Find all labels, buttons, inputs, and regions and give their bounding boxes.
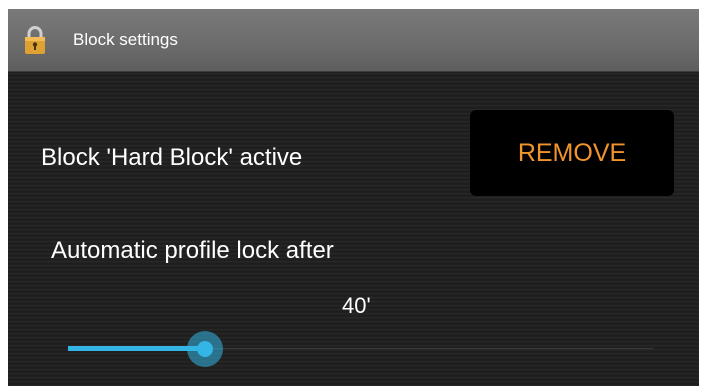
title-bar: Block settings [8, 9, 699, 72]
slider-fill [68, 346, 205, 351]
slider-thumb[interactable] [197, 341, 213, 357]
auto-lock-value: 40' [342, 293, 371, 318]
lock-icon [25, 26, 45, 54]
block-settings-screen: Block settings Block 'Hard Block' active… [8, 9, 699, 386]
page-title: Block settings [73, 30, 178, 49]
block-status-text: Block 'Hard Block' active [41, 144, 303, 171]
auto-lock-label: Automatic profile lock after [51, 237, 334, 264]
auto-lock-slider[interactable] [68, 329, 653, 369]
remove-button[interactable]: REMOVE [470, 110, 674, 196]
